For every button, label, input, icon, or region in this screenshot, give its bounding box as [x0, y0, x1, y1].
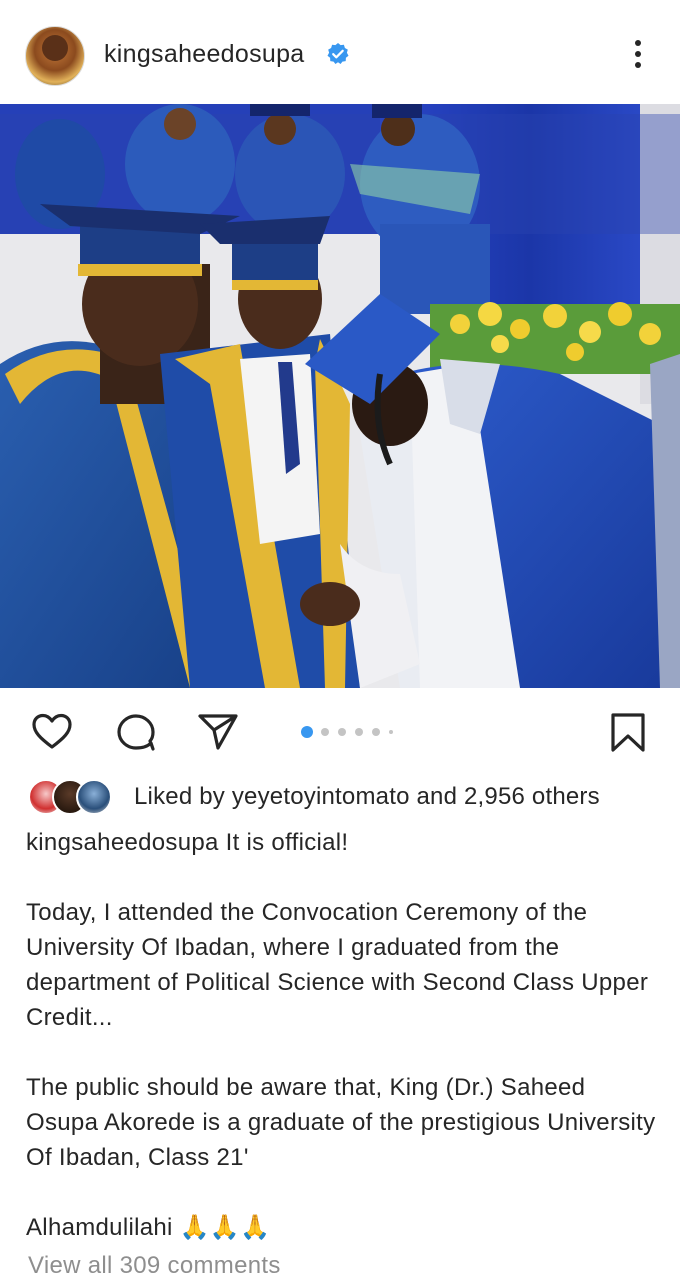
more-options-button[interactable]	[626, 36, 650, 72]
post-header: kingsaheedosupa	[0, 0, 680, 104]
liker-avatar	[76, 779, 112, 815]
likes-text[interactable]: Liked by yeyetoyintomato and 2,956 other…	[134, 783, 600, 811]
caption-first-line: It is official!	[218, 829, 349, 856]
bookmark-icon[interactable]	[606, 710, 650, 754]
caption-username[interactable]: kingsaheedosupa	[26, 829, 219, 856]
likes-row[interactable]: Liked by yeyetoyintomato and 2,956 other…	[28, 777, 668, 817]
carousel-dot	[338, 728, 346, 736]
carousel-dot	[389, 730, 393, 734]
caption-paragraph: Alhamdulilahi	[26, 1214, 173, 1241]
action-bar	[0, 700, 680, 764]
user-avatar[interactable]	[25, 26, 85, 86]
carousel-dot-active	[301, 726, 313, 738]
praying-hands-icon: 🙏🙏🙏	[179, 1214, 271, 1241]
carousel-dot	[321, 728, 329, 736]
heart-icon[interactable]	[30, 710, 74, 754]
verified-badge-icon	[327, 43, 349, 64]
send-icon[interactable]	[196, 710, 240, 754]
post-username[interactable]: kingsaheedosupa	[104, 40, 305, 69]
caption-paragraph: Today, I attended the Convocation Ceremo…	[26, 899, 649, 1031]
comment-icon[interactable]	[114, 710, 158, 754]
caption-paragraph: The public should be aware that, King (D…	[26, 1074, 656, 1171]
view-all-comments-link[interactable]: View all 309 comments	[28, 1252, 281, 1280]
post-caption: kingsaheedosupa It is official! Today, I…	[26, 825, 656, 1245]
carousel-dot	[355, 728, 363, 736]
carousel-dot	[372, 728, 380, 736]
post-photo[interactable]	[0, 104, 680, 688]
